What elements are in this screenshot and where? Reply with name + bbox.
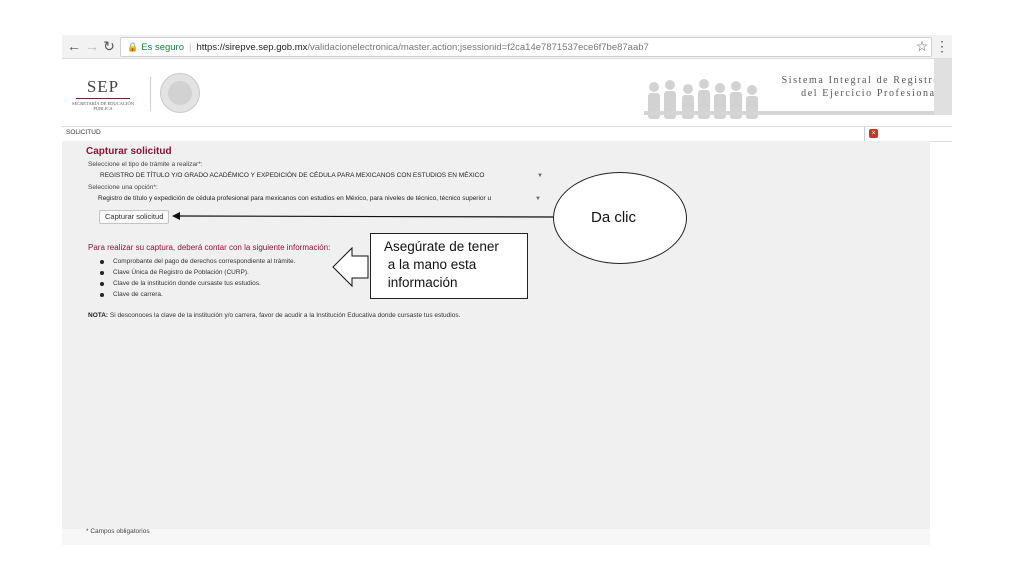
left-arrow-icon — [332, 246, 369, 288]
arrow-line — [177, 215, 554, 218]
callout-info-text: Asegúrate de tener a la mano esta inform… — [384, 239, 499, 290]
callout-click-text: Da clic — [591, 209, 637, 226]
arrow-head-icon — [172, 212, 180, 220]
